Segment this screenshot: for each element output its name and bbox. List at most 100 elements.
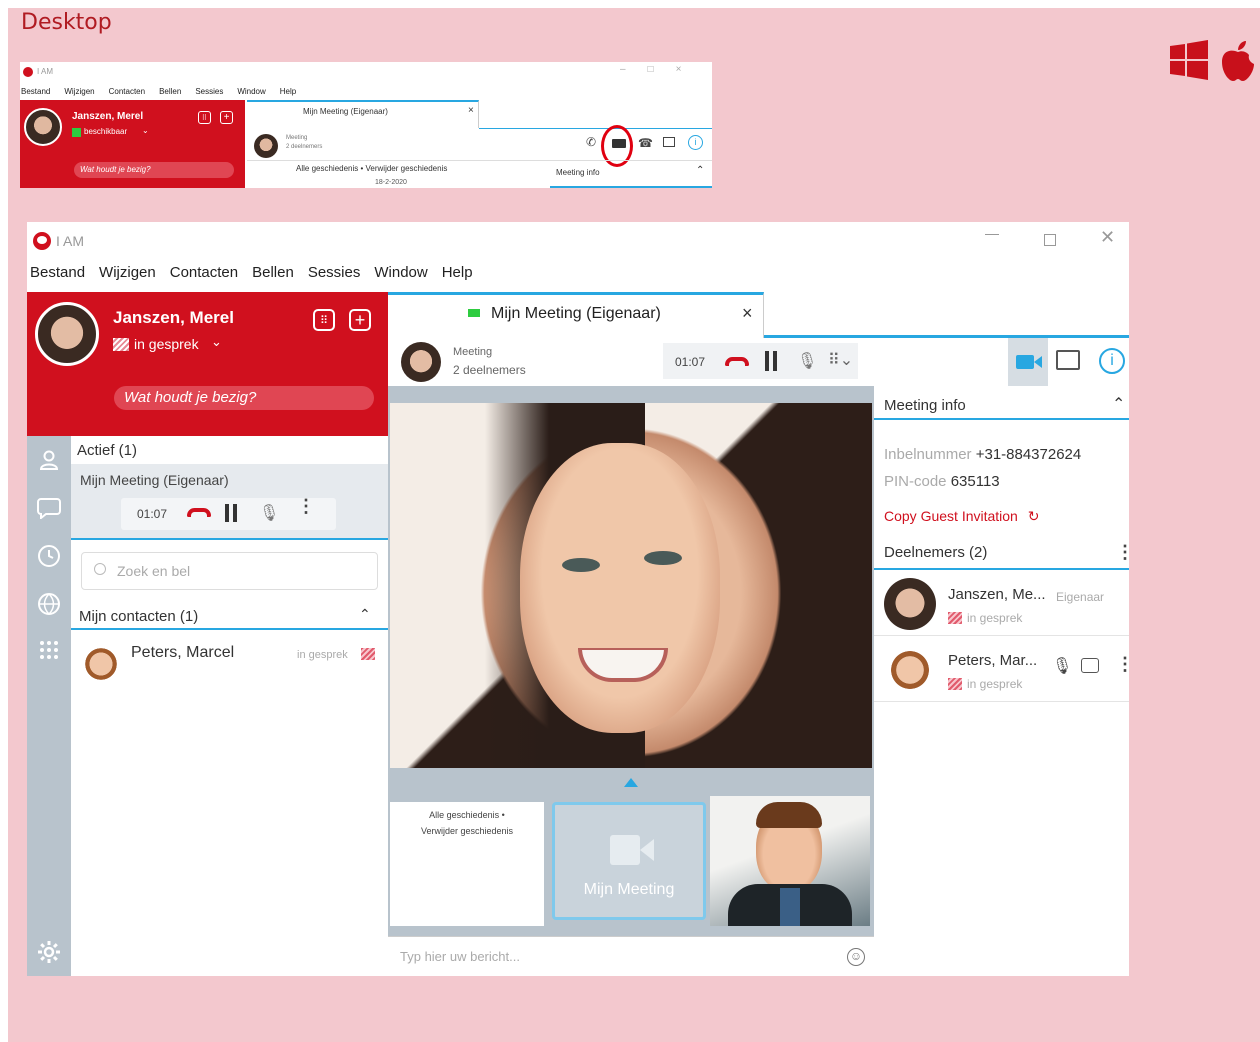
hangup-icon[interactable]: [725, 357, 749, 366]
contacts-icon[interactable]: [27, 438, 71, 482]
pause-icon[interactable]: [225, 504, 229, 522]
active-call-card[interactable]: Mijn Meeting (Eigenaar) 01:07 🎙 ⋮: [71, 464, 388, 540]
menu-bellen[interactable]: Bellen: [252, 264, 294, 281]
emoji-icon[interactable]: ☺: [847, 948, 865, 966]
menu-bellen[interactable]: Bellen: [159, 87, 181, 96]
video-icon-lens: [1034, 356, 1042, 368]
menu-wijzigen[interactable]: Wijzigen: [99, 264, 156, 281]
participant-row[interactable]: Peters, Mar... in gesprek 🎙 ⋮: [874, 638, 1129, 702]
meeting-info-header[interactable]: Meeting info ⌃: [874, 386, 1129, 420]
participant-name: Janszen, Me...: [948, 586, 1046, 603]
hangup-icon[interactable]: [187, 508, 211, 517]
pause-icon[interactable]: [765, 351, 769, 371]
my-meeting-thumbnail[interactable]: Mijn Meeting: [552, 802, 706, 920]
participant-video-thumbnail[interactable]: [710, 796, 870, 926]
small-meeting-tab[interactable]: Mijn Meeting (Eigenaar) ×: [247, 100, 479, 128]
avatar[interactable]: [24, 108, 62, 146]
chevron-down-icon[interactable]: ⌄: [142, 126, 149, 135]
tab-close-icon[interactable]: ×: [742, 303, 753, 324]
chevron-up-icon[interactable]: ⌃: [1112, 394, 1125, 414]
mute-mic-icon[interactable]: 🎙: [259, 503, 279, 523]
globe-icon[interactable]: [27, 582, 71, 626]
participants-count: 2 deelnemers: [286, 144, 323, 150]
phone-handset-icon[interactable]: ☎: [638, 136, 653, 150]
maximize-button[interactable]: [1044, 234, 1056, 246]
more-options-icon[interactable]: ⋮: [297, 497, 315, 515]
menu-bestand[interactable]: Bestand: [21, 87, 50, 96]
history-line-1[interactable]: Alle geschiedenis •: [390, 810, 544, 820]
chat-icon[interactable]: [27, 486, 71, 530]
avatar[interactable]: [35, 302, 99, 366]
more-options-icon[interactable]: ⋮: [1116, 654, 1129, 675]
user-status[interactable]: in gesprek: [134, 336, 199, 352]
chevron-up-icon[interactable]: ⌃: [696, 165, 704, 176]
chat-icon[interactable]: [1081, 658, 1099, 673]
minimize-button[interactable]: [985, 234, 999, 235]
all-history-link[interactable]: Alle geschiedenis: [296, 164, 358, 173]
call-history-icon[interactable]: [27, 534, 71, 578]
history-line-2[interactable]: Verwijder geschiedenis: [390, 826, 544, 836]
mute-mic-icon[interactable]: 🎙: [797, 351, 817, 371]
small-meeting-info-header[interactable]: Meeting info ⌃: [550, 160, 712, 188]
main-video-feed[interactable]: [390, 403, 872, 768]
app-logo-icon: [33, 232, 51, 250]
meeting-tab[interactable]: Mijn Meeting (Eigenaar) ×: [388, 292, 764, 338]
message-input[interactable]: Typ hier uw bericht... ☺: [388, 936, 874, 976]
settings-gear-icon[interactable]: [27, 930, 71, 974]
menu-contacten[interactable]: Contacten: [109, 87, 145, 96]
participant-avatar: [884, 578, 936, 630]
pin-code[interactable]: 635113: [951, 473, 1000, 490]
menu-window[interactable]: Window: [374, 264, 427, 281]
history-bar: Alle geschiedenis • Verwijder geschieden…: [247, 160, 550, 188]
contacts-panel: Actief (1) Mijn Meeting (Eigenaar) 01:07…: [71, 436, 388, 976]
search-placeholder: Zoek en bel: [117, 563, 191, 579]
menu-bestand[interactable]: Bestand: [30, 264, 85, 281]
history-thumbnail[interactable]: Alle geschiedenis • Verwijder geschieden…: [390, 802, 544, 926]
dial-in-number[interactable]: +31-884372624: [976, 446, 1082, 463]
participants-header[interactable]: Deelnemers (2) ⋮: [874, 534, 1129, 570]
participant-avatar: [888, 644, 932, 696]
window-controls[interactable]: –□×: [620, 64, 703, 75]
meeting-info-title: Meeting info: [556, 168, 600, 177]
refresh-icon[interactable]: ↻: [1028, 508, 1040, 524]
dialpad-icon[interactable]: ⠿: [198, 111, 211, 124]
user-status[interactable]: beschikbaar: [84, 127, 127, 136]
screen-share-icon[interactable]: [663, 137, 675, 147]
menu-sessies[interactable]: Sessies: [195, 87, 223, 96]
tab-close-icon[interactable]: ×: [468, 105, 474, 116]
menu-window[interactable]: Window: [237, 87, 265, 96]
phone-icon[interactable]: ✆: [586, 135, 596, 149]
menu-help[interactable]: Help: [280, 87, 296, 96]
pause-icon-bar: [233, 504, 237, 522]
add-icon[interactable]: +: [349, 309, 371, 331]
screen-share-icon[interactable]: [1056, 350, 1080, 370]
info-icon[interactable]: i: [1099, 348, 1125, 374]
contact-row[interactable]: Peters, Marcel in gesprek: [71, 636, 388, 696]
nav-sidebar: [27, 436, 71, 976]
participant-row[interactable]: Janszen, Me... Eigenaar in gesprek: [874, 572, 1129, 636]
dialpad-dropdown-icon[interactable]: ⠿⌄: [828, 350, 853, 370]
menu-contacten[interactable]: Contacten: [170, 264, 238, 281]
menu-wijzigen[interactable]: Wijzigen: [64, 87, 94, 96]
menu-sessies[interactable]: Sessies: [308, 264, 361, 281]
copy-guest-invitation-link[interactable]: Copy Guest Invitation ↻: [884, 508, 1039, 525]
delete-history-link[interactable]: Verwijder geschiedenis: [366, 164, 448, 173]
my-meeting-label: Mijn Meeting: [583, 881, 675, 898]
pin-row: PIN-code 635113: [884, 473, 1000, 490]
video-button[interactable]: [1008, 338, 1048, 386]
chevron-up-icon[interactable]: ⌃: [359, 606, 371, 623]
close-button[interactable]: ✕: [1100, 227, 1115, 248]
search-input[interactable]: Zoek en bel: [81, 552, 378, 590]
mic-muted-icon[interactable]: 🎙: [1052, 656, 1072, 676]
status-prompt-input[interactable]: Wat houdt je bezig?: [114, 386, 374, 410]
contact-status: in gesprek: [297, 649, 348, 661]
dialpad-icon[interactable]: ⠿: [313, 309, 335, 331]
apps-grid-icon[interactable]: [27, 630, 71, 674]
menu-help[interactable]: Help: [442, 264, 473, 281]
chevron-down-icon[interactable]: ⌄: [211, 334, 222, 350]
more-options-icon[interactable]: ⋮: [1116, 542, 1129, 563]
add-icon[interactable]: +: [220, 111, 233, 124]
contacts-header[interactable]: Mijn contacten (1) ⌃: [71, 600, 388, 630]
info-icon[interactable]: i: [688, 135, 703, 150]
status-prompt-input[interactable]: Wat houdt je bezig?: [74, 162, 234, 178]
